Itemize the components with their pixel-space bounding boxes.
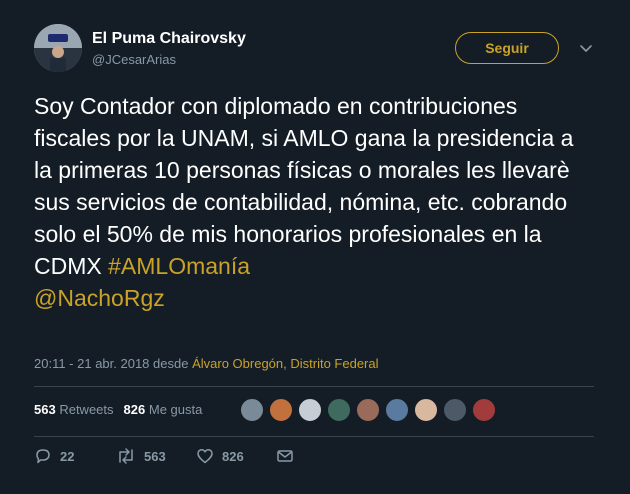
liker-avatar[interactable]	[385, 398, 409, 422]
tweet-location-link[interactable]: Álvaro Obregón, Distrito Federal	[192, 356, 378, 371]
reply-icon	[36, 449, 50, 464]
avatar-photo-icon	[34, 24, 82, 72]
user-display-name[interactable]: El Puma Chairovsky	[92, 30, 246, 48]
like-count: 826	[222, 448, 244, 464]
liker-avatar[interactable]	[443, 398, 467, 422]
likes-stat[interactable]: 826 Me gusta	[124, 402, 203, 417]
user-avatar[interactable]	[34, 24, 82, 72]
follow-button[interactable]: Seguir	[455, 32, 559, 64]
retweet-count: 563	[144, 448, 166, 464]
liker-avatar[interactable]	[298, 398, 322, 422]
from-label: desde	[153, 356, 189, 371]
hashtag-link[interactable]: #AMLOmanía	[108, 253, 250, 279]
mention-link[interactable]: @NachoRgz	[34, 285, 165, 311]
retweet-button[interactable]: 563	[116, 446, 166, 466]
tweet-stats: 563 Retweets 826 Me gusta	[34, 402, 202, 417]
user-handle[interactable]: @JCesarArias	[92, 52, 176, 67]
liker-avatar[interactable]	[327, 398, 351, 422]
liker-avatar[interactable]	[472, 398, 496, 422]
divider	[34, 436, 594, 437]
divider	[34, 386, 594, 387]
liker-avatar[interactable]	[240, 398, 264, 422]
direct-message-button[interactable]	[276, 446, 294, 466]
heart-icon	[197, 449, 213, 464]
retweets-label: Retweets	[59, 402, 114, 417]
tweet-body: Soy Contador con diplomado en contribuci…	[34, 93, 574, 279]
retweet-icon	[119, 448, 133, 464]
tweet-timestamp[interactable]: 20:11 - 21 abr. 2018	[34, 356, 149, 371]
retweets-stat[interactable]: 563 Retweets	[34, 402, 114, 417]
like-button[interactable]: 826	[196, 446, 244, 466]
reply-count: 22	[60, 448, 75, 464]
retweets-count: 563	[34, 402, 56, 417]
tweet-text: Soy Contador con diplomado en contribuci…	[34, 90, 594, 314]
chevron-down-icon[interactable]	[578, 40, 594, 56]
liker-avatar[interactable]	[269, 398, 293, 422]
tweet-header: El Puma Chairovsky @JCesarArias Seguir	[34, 24, 604, 74]
tweet-meta: 20:11 - 21 abr. 2018 desde Álvaro Obregó…	[34, 356, 379, 371]
envelope-icon	[277, 450, 293, 462]
liker-avatar[interactable]	[414, 398, 438, 422]
likes-label: Me gusta	[148, 402, 203, 417]
liker-avatar[interactable]	[356, 398, 380, 422]
likes-count: 826	[123, 402, 146, 417]
reply-button[interactable]: 22	[34, 446, 74, 466]
